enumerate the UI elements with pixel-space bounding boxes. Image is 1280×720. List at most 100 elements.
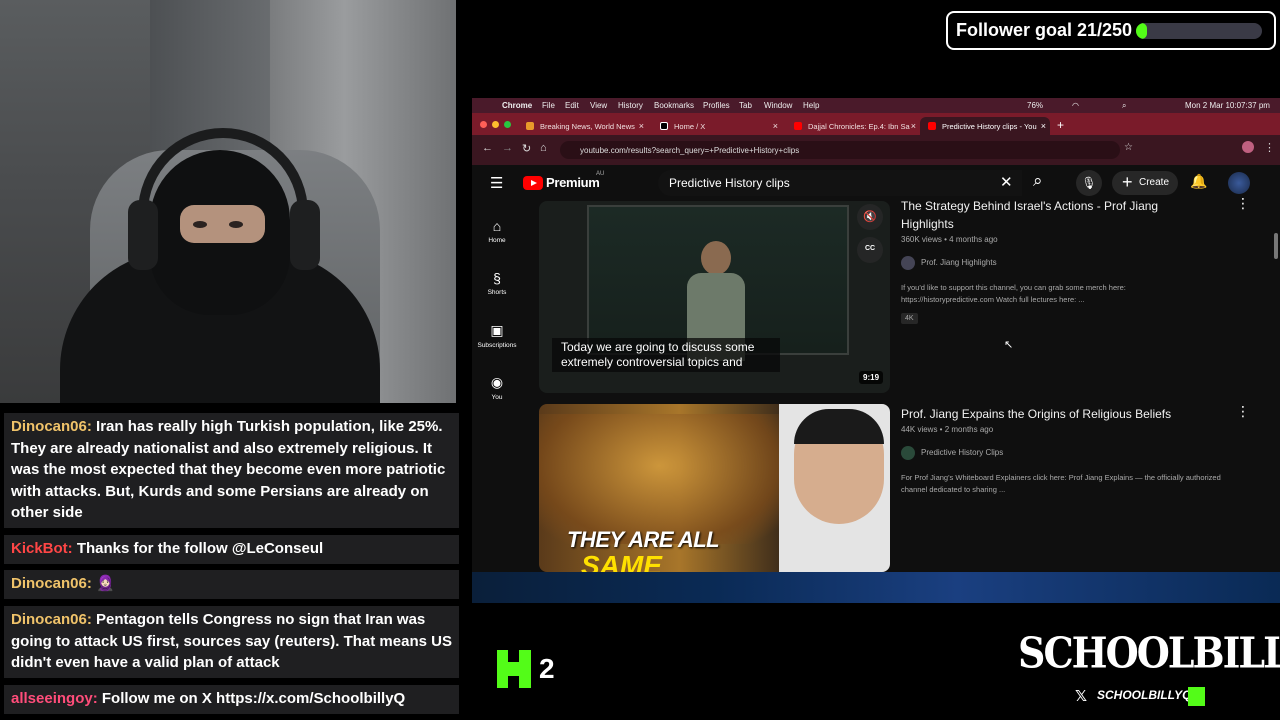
browser-menu-icon[interactable]: ⋮ (1264, 141, 1275, 154)
menu-clock[interactable]: Mon 2 Mar 10:07:37 pm (1185, 101, 1270, 110)
video-duration: 9:19 (859, 371, 884, 384)
profile-avatar[interactable] (1242, 141, 1254, 153)
close-tab-icon[interactable]: × (911, 121, 916, 131)
youtube-header: ☰ Premium AU Predictive History clips ✕ … (472, 165, 1280, 201)
subscriptions-icon: ▣ (490, 322, 504, 338)
video-caption: Today we are going to discuss some extre… (552, 338, 780, 372)
video-description: For Prof Jiang's Whiteboard Explainers c… (901, 473, 1221, 494)
chat-username: KickBot: (11, 540, 73, 557)
bookmark-star-icon[interactable]: ☆ (1124, 142, 1133, 153)
notifications-bell-icon[interactable]: 🔔 (1190, 173, 1207, 190)
sidebar-item-subscriptions[interactable]: ▣ Subscriptions (472, 322, 522, 349)
browser-tab[interactable]: Dajjal Chronicles: Ep.4: Ibn Sa × (786, 117, 920, 135)
brand-handle: SCHOOLBILLYQ (1097, 688, 1192, 702)
menu-edit[interactable]: Edit (565, 101, 579, 110)
chat-username: Dinocan06: (11, 418, 92, 435)
follower-goal-fill (1136, 23, 1147, 39)
video-thumbnail[interactable]: Today we are going to discuss some extre… (539, 201, 890, 393)
mute-icon[interactable]: 🔇 (857, 204, 883, 230)
video-meta: 44K views • 2 months ago (901, 425, 994, 434)
hamburger-menu-icon[interactable]: ☰ (490, 174, 503, 192)
home-icon: ⌂ (492, 218, 502, 234)
video-title[interactable]: Prof. Jiang Expains the Origins of Relig… (901, 405, 1221, 423)
chat-username: Dinocan06: (11, 575, 92, 592)
chat-message: allseeingoy: Follow me on X https://x.co… (4, 685, 459, 714)
browser-tab-active[interactable]: Predictive History clips - You × (920, 117, 1050, 135)
youtube-favicon-icon (928, 122, 936, 130)
sidebar-item-home[interactable]: ⌂ Home (472, 218, 522, 244)
browser-tab[interactable]: Breaking News, World News × (518, 117, 648, 135)
youtube-logo-icon[interactable] (523, 176, 543, 190)
create-button[interactable]: Create (1112, 171, 1178, 195)
religious-figures-art (539, 414, 779, 544)
menu-history[interactable]: History (618, 101, 643, 110)
reload-icon[interactable]: ↻ (522, 142, 531, 155)
channel-link[interactable]: Prof. Jiang Highlights (901, 256, 997, 270)
chat-text: Thanks for the follow @LeConseul (76, 540, 324, 557)
channel-link[interactable]: Predictive History Clips (901, 446, 1003, 460)
menu-app-name[interactable]: Chrome (502, 101, 532, 110)
search-input[interactable]: Predictive History clips (658, 170, 1022, 196)
menu-profiles[interactable]: Profiles (703, 101, 730, 110)
channel-avatar[interactable] (901, 256, 915, 270)
home-icon[interactable]: ⌂ (540, 142, 547, 154)
microphone-icon[interactable]: 🎙 (1076, 170, 1102, 196)
new-tab-button[interactable]: + (1057, 118, 1064, 132)
close-window-button[interactable] (480, 121, 487, 128)
video-description: If you'd like to support this channel, y… (901, 283, 1126, 304)
news-favicon-icon (526, 122, 534, 130)
mouse-cursor: ↖ (1004, 339, 1014, 351)
sidebar-item-shorts[interactable]: § Shorts (472, 270, 522, 296)
menu-bookmarks[interactable]: Bookmarks (654, 101, 694, 110)
url-field[interactable]: youtube.com/results?search_query=+Predic… (560, 141, 1120, 159)
follower-goal-bar (1136, 23, 1262, 39)
minimize-window-button[interactable] (492, 121, 499, 128)
macos-menu-bar: Chrome File Edit View History Bookmarks … (472, 98, 1280, 113)
you-icon: ◉ (490, 374, 504, 390)
search-icon[interactable]: ⌕ (1033, 171, 1043, 191)
menu-window[interactable]: Window (764, 101, 792, 110)
kick-logo-icon (497, 650, 531, 688)
tab-bar: Breaking News, World News × Home / X × D… (472, 113, 1280, 135)
menu-tab[interactable]: Tab (739, 101, 752, 110)
video-thumbnail[interactable]: THEY ARE ALL SAME (539, 404, 890, 572)
chat-message: KickBot: Thanks for the follow @LeConseu… (4, 535, 459, 564)
search-icon[interactable]: ⌕ (1122, 101, 1126, 111)
back-icon[interactable]: ← (482, 142, 493, 154)
chat-message: Dinocan06: 🧕🏻 (4, 570, 459, 599)
menu-file[interactable]: File (542, 101, 555, 110)
close-tab-icon[interactable]: × (1041, 121, 1046, 131)
x-favicon-icon (660, 122, 668, 130)
kick-viewer-count: 2 (539, 653, 555, 684)
region-code: AU (596, 171, 605, 177)
streamer-brand-logo: SCHOOLBILLYQ (1018, 627, 1280, 678)
video-title[interactable]: The Strategy Behind Israel's Actions - P… (901, 197, 1201, 233)
scrollbar[interactable] (1274, 233, 1278, 259)
clear-search-icon[interactable]: ✕ (1000, 173, 1013, 191)
close-tab-icon[interactable]: × (639, 121, 644, 131)
account-avatar[interactable] (1228, 172, 1250, 194)
close-tab-icon[interactable]: × (773, 121, 778, 131)
menu-help[interactable]: Help (803, 101, 819, 110)
browser-window: Chrome File Edit View History Bookmarks … (472, 98, 1280, 603)
chat-text: Follow me on X https://x.com/Schoolbilly… (101, 690, 406, 707)
youtube-favicon-icon (794, 122, 802, 130)
wifi-icon[interactable]: ◠ (1072, 101, 1079, 110)
chat-emote: 🧕🏻 (96, 575, 115, 592)
youtube-logo-text[interactable]: Premium (546, 175, 600, 190)
sidebar-item-you[interactable]: ◉ You (472, 374, 522, 401)
follower-goal-widget: Follower goal 21/250 (946, 11, 1276, 50)
webcam-feed (0, 0, 456, 403)
menu-view[interactable]: View (590, 101, 607, 110)
closed-captions-icon[interactable]: CC (857, 237, 883, 263)
more-options-icon[interactable]: ⋮ (1236, 403, 1250, 420)
battery-percent[interactable]: 76% (1027, 101, 1043, 110)
forward-icon[interactable]: → (502, 142, 513, 154)
chat-message: Dinocan06: Pentagon tells Congress no si… (4, 606, 459, 678)
maximize-window-button[interactable] (504, 121, 511, 128)
channel-avatar[interactable] (901, 446, 915, 460)
chat-username: allseeingoy: (11, 690, 98, 707)
browser-tab[interactable]: Home / X × (652, 117, 782, 135)
chat-message: Dinocan06: Iran has really high Turkish … (4, 413, 459, 528)
more-options-icon[interactable]: ⋮ (1236, 195, 1250, 212)
